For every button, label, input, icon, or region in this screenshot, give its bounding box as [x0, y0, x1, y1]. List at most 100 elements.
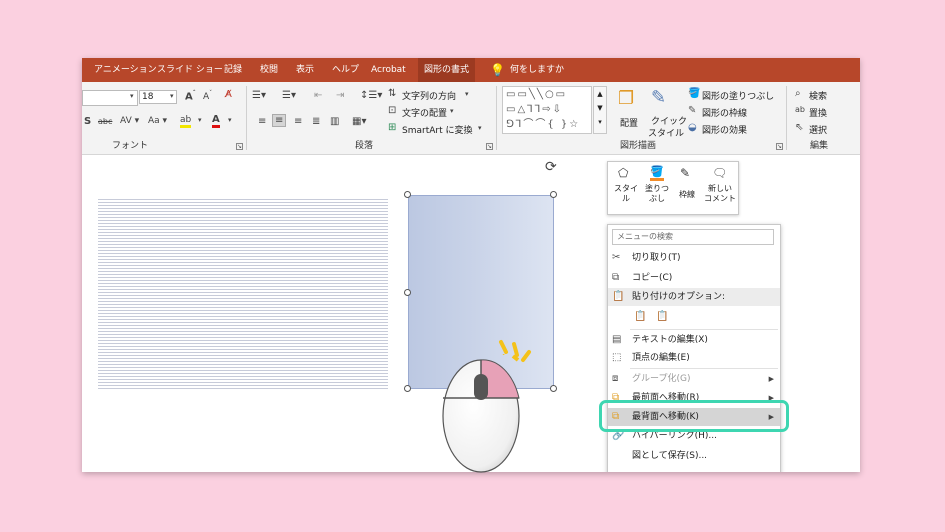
select-button[interactable]: 選択	[809, 123, 827, 136]
fill-bucket-icon[interactable]: 🪣	[650, 165, 664, 181]
tell-me-search[interactable]: 何をしますか	[510, 58, 564, 82]
outline-pen-icon[interactable]: ✎	[680, 166, 690, 180]
menu-item-edit-text[interactable]: ▤ テキストの編集(X)	[608, 331, 780, 349]
tab-slideshow[interactable]: スライド ショー	[157, 58, 223, 82]
text-direction-icon: ⇅	[388, 88, 397, 99]
font-color-icon[interactable]: A	[212, 114, 220, 128]
dialog-launcher-icon[interactable]: ↘	[486, 143, 493, 150]
shape-effects-button[interactable]: 図形の効果	[702, 123, 747, 136]
menu-search-input[interactable]: メニューの検索	[612, 229, 774, 245]
tab-record[interactable]: 記録	[224, 58, 242, 82]
paint-bucket-icon: 🪣	[688, 88, 701, 99]
mini-style-label-1[interactable]: スタイ	[612, 184, 640, 194]
bullets-icon[interactable]: ☰▾	[252, 90, 266, 101]
align-right-icon[interactable]: ≡	[294, 116, 302, 127]
tab-shape-format[interactable]: 図形の書式	[418, 58, 476, 82]
scissors-icon: ✂	[612, 252, 621, 263]
line-spacing-icon[interactable]: ↕☰▾	[360, 90, 382, 101]
resize-handle[interactable]	[550, 191, 557, 198]
chevron-down-icon[interactable]: ▾	[198, 116, 202, 124]
arrange-button[interactable]: 配置	[620, 116, 638, 129]
menu-item-edit-points[interactable]: ⬚ 頂点の編集(E)	[608, 349, 780, 367]
tab-animations[interactable]: アニメーション	[94, 58, 157, 82]
shrink-font-icon[interactable]: Aˇ	[203, 90, 212, 102]
search-icon: ⌕	[795, 88, 801, 99]
mini-toolbar: ⬠ スタイ ル 🪣 塗りつ ぶし ✎ 枠線 🗨 新しい コメント	[607, 161, 739, 215]
character-spacing-icon[interactable]: AV ▾	[120, 116, 139, 126]
text-direction-button[interactable]: 文字列の方向	[402, 89, 456, 102]
tab-help[interactable]: ヘルプ	[332, 58, 359, 82]
menu-item-copy[interactable]: ⧉ コピー(C)	[608, 269, 780, 287]
resize-handle[interactable]	[550, 385, 557, 392]
dialog-launcher-icon[interactable]: ↘	[236, 143, 243, 150]
tab-view[interactable]: 表示	[296, 58, 314, 82]
convert-smartart-button[interactable]: SmartArt に変換	[402, 123, 472, 136]
shape-outline-button[interactable]: 図形の枠線	[702, 106, 747, 119]
columns-icon[interactable]: ▦▾	[352, 116, 366, 127]
replace-button[interactable]: 置換	[809, 106, 827, 119]
shape-fill-button[interactable]: 図形の塗りつぶし	[702, 89, 774, 102]
align-left-icon[interactable]: ≡	[258, 116, 266, 127]
copy-icon: ⧉	[612, 272, 620, 283]
find-button[interactable]: 検索	[809, 89, 827, 102]
highlight-icon[interactable]: ab	[180, 115, 192, 128]
decrease-indent-icon[interactable]: ⇤	[314, 90, 322, 101]
change-case-icon[interactable]: Aa ▾	[148, 116, 167, 126]
pen-icon: ✎	[688, 105, 697, 116]
text-placeholder[interactable]	[98, 199, 388, 389]
group-label-paragraph: 段落	[355, 141, 374, 151]
distributed-icon[interactable]: ▥	[330, 116, 339, 127]
mouse-icon	[442, 354, 520, 473]
new-comment-icon[interactable]: 🗨	[712, 166, 727, 180]
chevron-down-icon[interactable]: ▾	[170, 92, 174, 100]
resize-handle[interactable]	[404, 289, 411, 296]
rotate-handle-icon[interactable]: ⟳	[545, 159, 557, 175]
select-pointer-icon: ⇖	[795, 122, 804, 133]
align-text-button[interactable]: 文字の配置	[402, 106, 447, 119]
group-label-drawing: 図形描画	[620, 141, 657, 151]
chevron-down-icon[interactable]: ▾	[465, 90, 469, 98]
resize-handle[interactable]	[404, 191, 411, 198]
strikethrough-icon[interactable]: abc	[98, 117, 112, 126]
divider	[630, 329, 778, 330]
resize-handle[interactable]	[404, 385, 411, 392]
numbering-icon[interactable]: ☰▾	[282, 90, 296, 101]
align-text-icon: ⊡	[388, 105, 397, 116]
edit-points-icon: ⬚	[612, 352, 622, 363]
mini-comment-label-1[interactable]: 新しい	[702, 184, 738, 194]
gallery-scroll[interactable]: ▲ ▼ ▾	[593, 86, 607, 134]
mini-comment-label-2[interactable]: コメント	[702, 194, 738, 204]
tab-acrobat[interactable]: Acrobat	[371, 58, 406, 82]
context-menu: メニューの検索 ✂ 切り取り(T) ⧉ コピー(C) 📋 貼り付けのオプション: 📋 …	[607, 224, 781, 472]
divider	[786, 86, 787, 150]
mini-fill-label-2[interactable]: ぶし	[642, 194, 672, 204]
divider	[246, 86, 247, 150]
clear-formatting-icon[interactable]: A̸	[225, 89, 232, 100]
shapes-gallery[interactable]: ▭▭╲╲○▭ ▭△⅂⅂⇨⇩ ⅁⅂⌒⌒{ }☆	[502, 86, 592, 134]
dialog-launcher-icon[interactable]: ↘	[776, 143, 783, 150]
mini-outline-label[interactable]: 枠線	[674, 190, 700, 200]
menu-item-save-as-picture[interactable]: 図として保存(S)...	[608, 447, 780, 465]
shadow-icon[interactable]: S	[84, 116, 91, 127]
chevron-down-icon[interactable]: ▾	[478, 124, 482, 132]
mini-fill-label-1[interactable]: 塗りつ	[642, 184, 672, 194]
chevron-down-icon[interactable]: ▾	[130, 92, 134, 100]
mini-style-label-2[interactable]: ル	[612, 194, 640, 204]
paste-picture-icon[interactable]: 📋	[656, 311, 668, 322]
tab-review[interactable]: 校閲	[260, 58, 278, 82]
menu-item-group[interactable]: ⧈ グループ化(G) ▶	[608, 370, 780, 388]
grow-font-icon[interactable]: Aˆ	[185, 90, 196, 102]
style-icon[interactable]: ⬠	[618, 166, 628, 180]
group-label-font: フォント	[112, 141, 149, 151]
chevron-down-icon[interactable]: ▾	[450, 107, 454, 115]
increase-indent-icon[interactable]: ⇥	[336, 90, 344, 101]
justify-icon[interactable]: ≣	[312, 116, 320, 127]
highlight-frame	[599, 400, 789, 432]
align-center-icon[interactable]: ≡	[272, 114, 287, 127]
divider	[630, 368, 778, 369]
ribbon-tabs: アニメーション スライド ショー 記録 校閲 表示 ヘルプ Acrobat 図形…	[82, 58, 860, 82]
chevron-down-icon[interactable]: ▾	[228, 116, 232, 124]
group-label-editing: 編集	[810, 141, 829, 151]
paste-keep-icon[interactable]: 📋	[634, 311, 646, 322]
menu-item-cut[interactable]: ✂ 切り取り(T)	[608, 249, 780, 267]
